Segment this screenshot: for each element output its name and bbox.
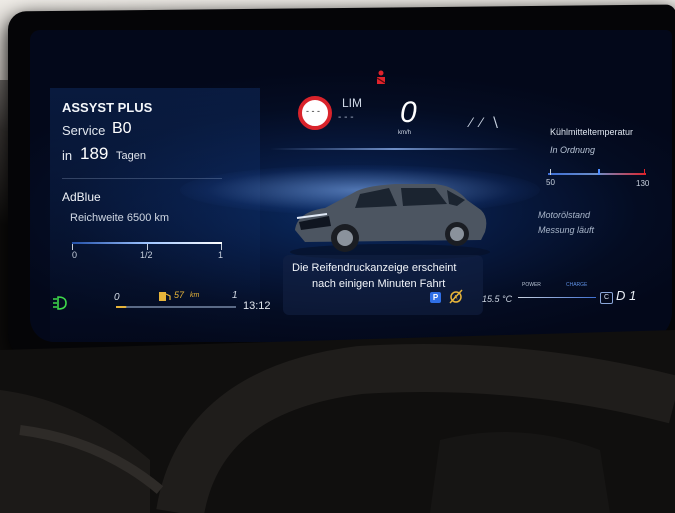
coolant-needle <box>598 169 600 175</box>
oil-status: Messung läuft <box>538 225 595 235</box>
fuel-level-bar <box>116 306 236 308</box>
coolant-status: In Ordnung <box>550 145 596 155</box>
fuel-pump-icon <box>159 292 171 301</box>
coolant-scale-min: 50 <box>546 178 555 187</box>
speed-unit: km/h <box>398 130 412 136</box>
adblue-scale-min: 0 <box>72 250 78 260</box>
coolant-scale-max: 130 <box>636 179 650 188</box>
coolant-title: Kühlmitteltemperatur <box>550 127 634 137</box>
power-meter <box>518 297 596 298</box>
auto-start-stop-off-icon: A <box>449 289 463 304</box>
headlight-icon <box>53 296 67 310</box>
service-label: Service <box>62 123 106 138</box>
outside-temperature: 15.5 °C <box>482 294 513 304</box>
vehicle-image <box>290 184 490 260</box>
adblue-title: AdBlue <box>62 190 101 204</box>
seatbelt-warning-icon <box>376 70 386 84</box>
service-code: B0 <box>112 120 132 137</box>
fuel-scale-min: 0 <box>114 292 120 303</box>
message-line-1: Die Reifendruckanzeige erscheint <box>292 262 457 274</box>
power-label: POWER <box>522 282 541 288</box>
oil-title: Motorölstand <box>538 210 591 220</box>
coolant-tick <box>550 169 551 175</box>
top-divider-line <box>270 148 520 150</box>
service-days: 189 <box>80 144 109 163</box>
clock: 13:12 <box>243 300 271 312</box>
coolant-gauge <box>548 173 646 175</box>
photo-scene: ASSYST PLUS Service B0 in 189 Tagen AdBl… <box>0 0 675 513</box>
separator-line <box>62 178 222 179</box>
fuel-scale-max: 1 <box>232 290 238 301</box>
service-in-label: in <box>62 148 73 163</box>
adblue-scale-mid: 1/2 <box>140 250 153 260</box>
limiter-value: - - - <box>338 112 354 123</box>
coolant-tick <box>644 169 645 175</box>
limiter-label: LIM <box>342 96 363 110</box>
traffic-sign-text: - - - <box>306 106 320 116</box>
fuel-range: 57 <box>174 290 185 300</box>
fuel-range-unit: km <box>190 292 200 299</box>
speed-value: 0 <box>400 96 417 129</box>
drive-mode-indicator: C <box>600 292 613 304</box>
gear-indicator: D 1 <box>616 288 637 303</box>
message-line-2: nach einigen Minuten Fahrt <box>312 278 446 290</box>
svg-text:A: A <box>454 296 458 302</box>
adblue-range: Reichweite 6500 km <box>70 212 170 224</box>
charge-label: CHARGE <box>566 282 588 288</box>
service-days-unit: Tagen <box>116 150 146 162</box>
steering-wheel <box>0 330 675 513</box>
no-overtaking-sign-icon: - - - <box>298 96 332 130</box>
instrument-cluster-screen: ASSYST PLUS Service B0 in 189 Tagen AdBl… <box>30 30 672 342</box>
parking-icon: P <box>430 292 441 303</box>
assyst-title: ASSYST PLUS <box>62 100 153 115</box>
adblue-scale-max: 1 <box>218 250 224 260</box>
lane-assist-indicator: ⁄ ⁄ ∖ <box>470 114 502 130</box>
